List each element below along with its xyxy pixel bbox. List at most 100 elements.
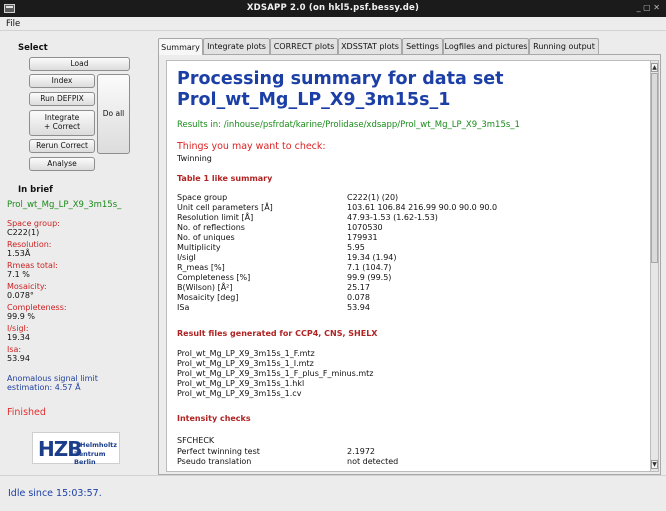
row-value: 53.94 <box>347 303 370 312</box>
analyse-button[interactable]: Analyse <box>29 157 95 171</box>
table-row: ISa 53.94 <box>177 303 637 313</box>
scroll-up-icon[interactable]: ▲ <box>651 63 658 72</box>
run-defpix-button[interactable]: Run DEFPIX <box>29 92 95 106</box>
tab-summary[interactable]: Summary <box>158 38 203 55</box>
table-row: No. of reflections 1070530 <box>177 223 637 233</box>
scroll-down-icon[interactable]: ▼ <box>651 460 658 469</box>
summary-panel: Processing summary for data set Prol_wt_… <box>158 54 661 475</box>
table-row: Space group C222(1) (20) <box>177 193 637 203</box>
things-to-check-item: Twinning <box>177 154 212 163</box>
row-key: Pseudo translation <box>177 457 252 466</box>
table-row: Unit cell parameters [Å] 103.61 106.84 21… <box>177 203 637 213</box>
table-row: Resolution limit [Å] 47.93-1.53 (1.62-1.5… <box>177 213 637 223</box>
row-value: 0.078 <box>347 293 370 302</box>
row-value: 7.1 (104.7) <box>347 263 392 272</box>
resolution-value: 1.53Å <box>7 249 31 258</box>
finished-status: Finished <box>7 407 46 418</box>
row-key: Multiplicity <box>177 243 221 252</box>
index-button[interactable]: Index <box>29 74 95 88</box>
list-item: Prol_wt_Mg_LP_X9_3m15s_1_F_plus_F_minus.… <box>177 369 374 378</box>
files-heading: Result files generated for CCP4, CNS, SH… <box>177 329 378 338</box>
table-row: Perfect twinning test 2.1972 <box>177 447 637 457</box>
isigi-label: I/sigI: <box>7 324 29 333</box>
table-row: Completeness [%] 99.9 (99.5) <box>177 273 637 283</box>
row-key: Space group <box>177 193 228 202</box>
row-key: No. of uniques <box>177 233 235 242</box>
row-value: 179931 <box>347 233 378 242</box>
integrate-correct-button[interactable]: Integrate + Correct <box>29 110 95 136</box>
row-value: 103.61 106.84 216.99 90.0 90.0 90.0 <box>347 203 498 212</box>
logo-line-1: Helmholtz <box>80 441 118 449</box>
list-item: Prol_wt_Mg_LP_X9_3m15s_1_I.mtz <box>177 359 314 368</box>
row-key: R_meas [%] <box>177 263 225 272</box>
mosaicity-value: 0.078° <box>7 291 34 300</box>
table-row: Multiplicity 5.95 <box>177 243 637 253</box>
mosaicity-label: Mosaicity: <box>7 282 47 291</box>
summary-title: Processing summary for data set Prol_wt_… <box>177 69 647 111</box>
table-row: Pseudo translation not detected <box>177 457 637 467</box>
logo-line-2: Zentrum Berlin <box>74 450 106 466</box>
anomalous-label: Anomalous signal limit <box>7 374 98 383</box>
row-value: not detected <box>347 457 399 466</box>
hzb-logo: HZB Helmholtz Zentrum Berlin <box>32 432 120 466</box>
tab-settings[interactable]: Settings <box>402 38 443 54</box>
row-value: 1070530 <box>347 223 383 232</box>
tab-correct-plots[interactable]: CORRECT plots <box>270 38 338 54</box>
isigi-value: 19.34 <box>7 333 30 342</box>
list-item: Prol_wt_Mg_LP_X9_3m15s_1_F.mtz <box>177 349 315 358</box>
row-value: 5.95 <box>347 243 365 252</box>
results-path: Results in: /inhouse/psfrdat/karine/Prol… <box>177 120 520 130</box>
do-all-button[interactable]: Do all <box>97 74 130 154</box>
status-text: Idle since 15:03:57. <box>8 488 102 499</box>
table-row: B(Wilson) [Å²] 25.17 <box>177 283 637 293</box>
tab-logfiles-pictures[interactable]: Logfiles and pictures <box>443 38 529 54</box>
table-row: No. of uniques 179931 <box>177 233 637 243</box>
vertical-scrollbar[interactable]: ▲ ▼ <box>651 60 659 472</box>
summary-title-line-2: Prol_wt_Mg_LP_X9_3m15s_1 <box>177 90 451 110</box>
tab-integrate-plots[interactable]: Integrate plots <box>203 38 270 54</box>
row-value: 19.34 (1.94) <box>347 253 397 262</box>
rerun-correct-button[interactable]: Rerun Correct <box>29 139 95 153</box>
table-row: I/sigI 19.34 (1.94) <box>177 253 637 263</box>
tab-running-output[interactable]: Running output <box>529 38 599 54</box>
completeness-value: 99.9 % <box>7 312 35 321</box>
row-key: ISa <box>177 303 190 312</box>
things-to-check-heading: Things you may want to check: <box>177 141 326 152</box>
table-row: R_meas [%] 7.1 (104.7) <box>177 263 637 273</box>
window-title: XDSAPP 2.0 (on hkl5.psf.bessy.de) <box>246 3 420 13</box>
completeness-label: Completeness: <box>7 303 67 312</box>
anomalous-value: estimation: 4.57 Å <box>7 383 81 392</box>
menu-file[interactable]: File <box>6 19 20 29</box>
table-row: Mosaicity [deg] 0.078 <box>177 293 637 303</box>
row-key: Unit cell parameters [Å] <box>177 203 273 212</box>
row-value: C222(1) (20) <box>347 193 399 202</box>
tab-xdsstat-plots[interactable]: XDSSTAT plots <box>338 38 402 54</box>
title-bar: XDSAPP 2.0 (on hkl5.psf.bessy.de) _ ▢ ✕ <box>0 0 666 17</box>
in-brief-label: In brief <box>18 185 53 195</box>
summary-content[interactable]: Processing summary for data set Prol_wt_… <box>166 60 651 472</box>
row-value: 47.93-1.53 (1.62-1.53) <box>347 213 438 222</box>
row-key: Resolution limit [Å] <box>177 213 254 222</box>
list-item: Prol_wt_Mg_LP_X9_3m15s_1.hkl <box>177 379 305 388</box>
menu-bar: File <box>0 17 666 31</box>
row-key: I/sigI <box>177 253 196 262</box>
row-value: 2.1972 <box>347 447 375 456</box>
status-bar: Idle since 15:03:57. <box>0 475 666 511</box>
row-value: 99.9 (99.5) <box>347 273 392 282</box>
isa-label: Isa: <box>7 345 22 354</box>
summary-title-line-1: Processing summary for data set <box>177 69 504 89</box>
row-value: 25.17 <box>347 283 370 292</box>
sidebar: Select Load Index Run DEFPIX Integrate +… <box>0 31 155 475</box>
load-button[interactable]: Load <box>29 57 130 71</box>
rmeas-value: 7.1 % <box>7 270 30 279</box>
list-item: Prol_wt_Mg_LP_X9_3m15s_1.cv <box>177 389 302 398</box>
sfcheck-label: SFCHECK <box>177 436 215 445</box>
scrollbar-thumb[interactable] <box>651 73 658 263</box>
row-key: B(Wilson) [Å²] <box>177 283 233 292</box>
row-key: Mosaicity [deg] <box>177 293 239 302</box>
isa-value: 53.94 <box>7 354 30 363</box>
intensity-heading: Intensity checks <box>177 414 251 423</box>
window-controls[interactable]: _ ▢ ✕ <box>637 3 660 12</box>
rmeas-label: Rmeas total: <box>7 261 58 270</box>
resolution-label: Resolution: <box>7 240 52 249</box>
